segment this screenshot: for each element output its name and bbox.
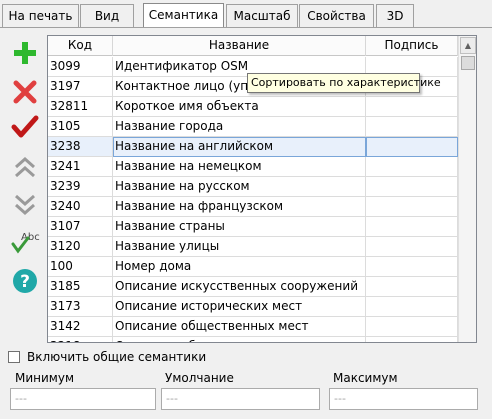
table-cell-name: Название на английском bbox=[113, 137, 366, 157]
table-cell-sign bbox=[366, 157, 458, 177]
table-cell-code: 100 bbox=[48, 257, 113, 277]
help-button[interactable]: ? bbox=[8, 265, 42, 297]
table-cell-sign bbox=[366, 137, 458, 157]
table-row[interactable]: 3120 Название улицы bbox=[48, 237, 458, 257]
tab-properties[interactable]: Свойства bbox=[299, 4, 374, 27]
tab-bar: На печать Вид Семантика Масштаб Свойства… bbox=[0, 0, 492, 30]
table-cell-name: Описание искусственных сооружений bbox=[113, 277, 366, 297]
table-header: Код Название Подпись bbox=[48, 36, 458, 56]
question-icon: ? bbox=[13, 269, 37, 293]
move-up-button[interactable] bbox=[8, 152, 42, 184]
delete-button[interactable] bbox=[8, 76, 42, 108]
table-cell-sign bbox=[366, 97, 458, 117]
default-label: Умолчание bbox=[165, 371, 234, 385]
double-chevron-down-icon bbox=[15, 194, 35, 216]
table-cell-name: Название улицы bbox=[113, 237, 366, 257]
table-row[interactable]: 3185 Описание искусственных сооружений bbox=[48, 277, 458, 297]
max-field[interactable]: --- bbox=[329, 388, 478, 410]
include-common-label: Включить общие семантики bbox=[27, 350, 207, 364]
min-label: Минимум bbox=[15, 371, 75, 385]
tab-3d[interactable]: 3D bbox=[376, 4, 414, 27]
table-row[interactable]: 32811 Короткое имя объекта bbox=[48, 97, 458, 117]
table-row[interactable]: 3173 Описание исторических мест bbox=[48, 297, 458, 317]
table-cell-sign bbox=[366, 237, 458, 257]
column-header-sign[interactable]: Подпись bbox=[366, 36, 458, 56]
scroll-up-arrow-icon[interactable]: ▲ bbox=[460, 37, 476, 54]
table-row[interactable]: 100 Номер дома bbox=[48, 257, 458, 277]
table-cell-name: Название города bbox=[113, 117, 366, 137]
table-cell-sign bbox=[366, 177, 458, 197]
tab-view[interactable]: Вид bbox=[80, 4, 134, 27]
table-cell-code: 3120 bbox=[48, 237, 113, 257]
cross-icon bbox=[13, 80, 37, 104]
table-cell-name: Название на русском bbox=[113, 177, 366, 197]
tab-panel-border bbox=[0, 27, 492, 28]
tab-scale[interactable]: Масштаб bbox=[226, 4, 298, 27]
abc-check-icon: Abc bbox=[11, 232, 40, 254]
table-row[interactable]: 3142 Описание общественных мест bbox=[48, 317, 458, 337]
svg-text:?: ? bbox=[20, 272, 30, 292]
table-cell-code: 3142 bbox=[48, 317, 113, 337]
scroll-thumb[interactable] bbox=[461, 56, 475, 70]
table-cell-sign bbox=[366, 117, 458, 137]
double-chevron-up-icon bbox=[15, 156, 35, 178]
table-cell-code: 3099 bbox=[48, 57, 113, 77]
apply-button[interactable] bbox=[8, 111, 42, 143]
table-cell-sign bbox=[366, 317, 458, 337]
table-cell-sign bbox=[366, 197, 458, 217]
table-cell-name: Описание исторических мест bbox=[113, 297, 366, 317]
table-cell-sign bbox=[366, 217, 458, 237]
table-row[interactable]: 3240 Название на французском bbox=[48, 197, 458, 217]
table-cell-code: 32811 bbox=[48, 97, 113, 117]
table-cell-code: 3239 bbox=[48, 177, 113, 197]
spell-check-button[interactable]: Abc bbox=[8, 226, 42, 258]
table-cell-sign bbox=[366, 277, 458, 297]
tab-print[interactable]: На печать bbox=[2, 4, 79, 27]
checkmark-icon bbox=[11, 115, 39, 138]
move-down-button[interactable] bbox=[8, 188, 42, 220]
table-row[interactable]: 3107 Название страны bbox=[48, 217, 458, 237]
column-header-code[interactable]: Код bbox=[48, 36, 113, 56]
table-cell-code: 3185 bbox=[48, 277, 113, 297]
table-cell-name: Номер дома bbox=[113, 257, 366, 277]
table-cell-code: 3240 bbox=[48, 197, 113, 217]
table-cell-sign bbox=[366, 257, 458, 277]
table-cell-name: Название на французском bbox=[113, 197, 366, 217]
table-cell-code: 3238 bbox=[48, 137, 113, 157]
table-cell-sign bbox=[366, 297, 458, 317]
include-common-semantics-row[interactable]: Включить общие семантики bbox=[8, 349, 206, 365]
sort-tooltip: Сортировать по характеристике bbox=[247, 73, 441, 93]
max-label: Максимум bbox=[333, 371, 398, 385]
table-row[interactable]: 3238 Название на английском bbox=[48, 137, 458, 157]
table-cell-code: 3105 bbox=[48, 117, 113, 137]
table-cell-code: 3173 bbox=[48, 297, 113, 317]
table-cell-code: 3197 bbox=[48, 77, 113, 97]
table-cell-code: 3218 bbox=[48, 337, 113, 342]
default-field[interactable]: --- bbox=[161, 388, 320, 410]
table-cell-name: Название страны bbox=[113, 217, 366, 237]
table-row[interactable]: 3239 Название на русском bbox=[48, 177, 458, 197]
vertical-scrollbar[interactable]: ▲ bbox=[458, 36, 476, 342]
table-cell-name: Описание объектов туризма bbox=[113, 337, 366, 342]
min-field[interactable]: --- bbox=[10, 388, 156, 410]
table-cell-name: Название на немецком bbox=[113, 157, 366, 177]
table-cell-name: Описание общественных мест bbox=[113, 317, 366, 337]
table-row[interactable]: 3241 Название на немецком bbox=[48, 157, 458, 177]
table-cell-name: Короткое имя объекта bbox=[113, 97, 366, 117]
table-row[interactable]: 3105 Название города bbox=[48, 117, 458, 137]
table-cell-code: 3241 bbox=[48, 157, 113, 177]
column-header-name[interactable]: Название bbox=[113, 36, 366, 56]
add-button[interactable] bbox=[8, 37, 42, 69]
table-cell-sign bbox=[366, 337, 458, 342]
table-row[interactable]: 3218Описание объектов туризма bbox=[48, 337, 458, 342]
table-cell-code: 3107 bbox=[48, 217, 113, 237]
plus-icon bbox=[14, 42, 36, 64]
include-common-checkbox[interactable] bbox=[8, 351, 20, 363]
tab-semantics[interactable]: Семантика bbox=[143, 3, 224, 28]
